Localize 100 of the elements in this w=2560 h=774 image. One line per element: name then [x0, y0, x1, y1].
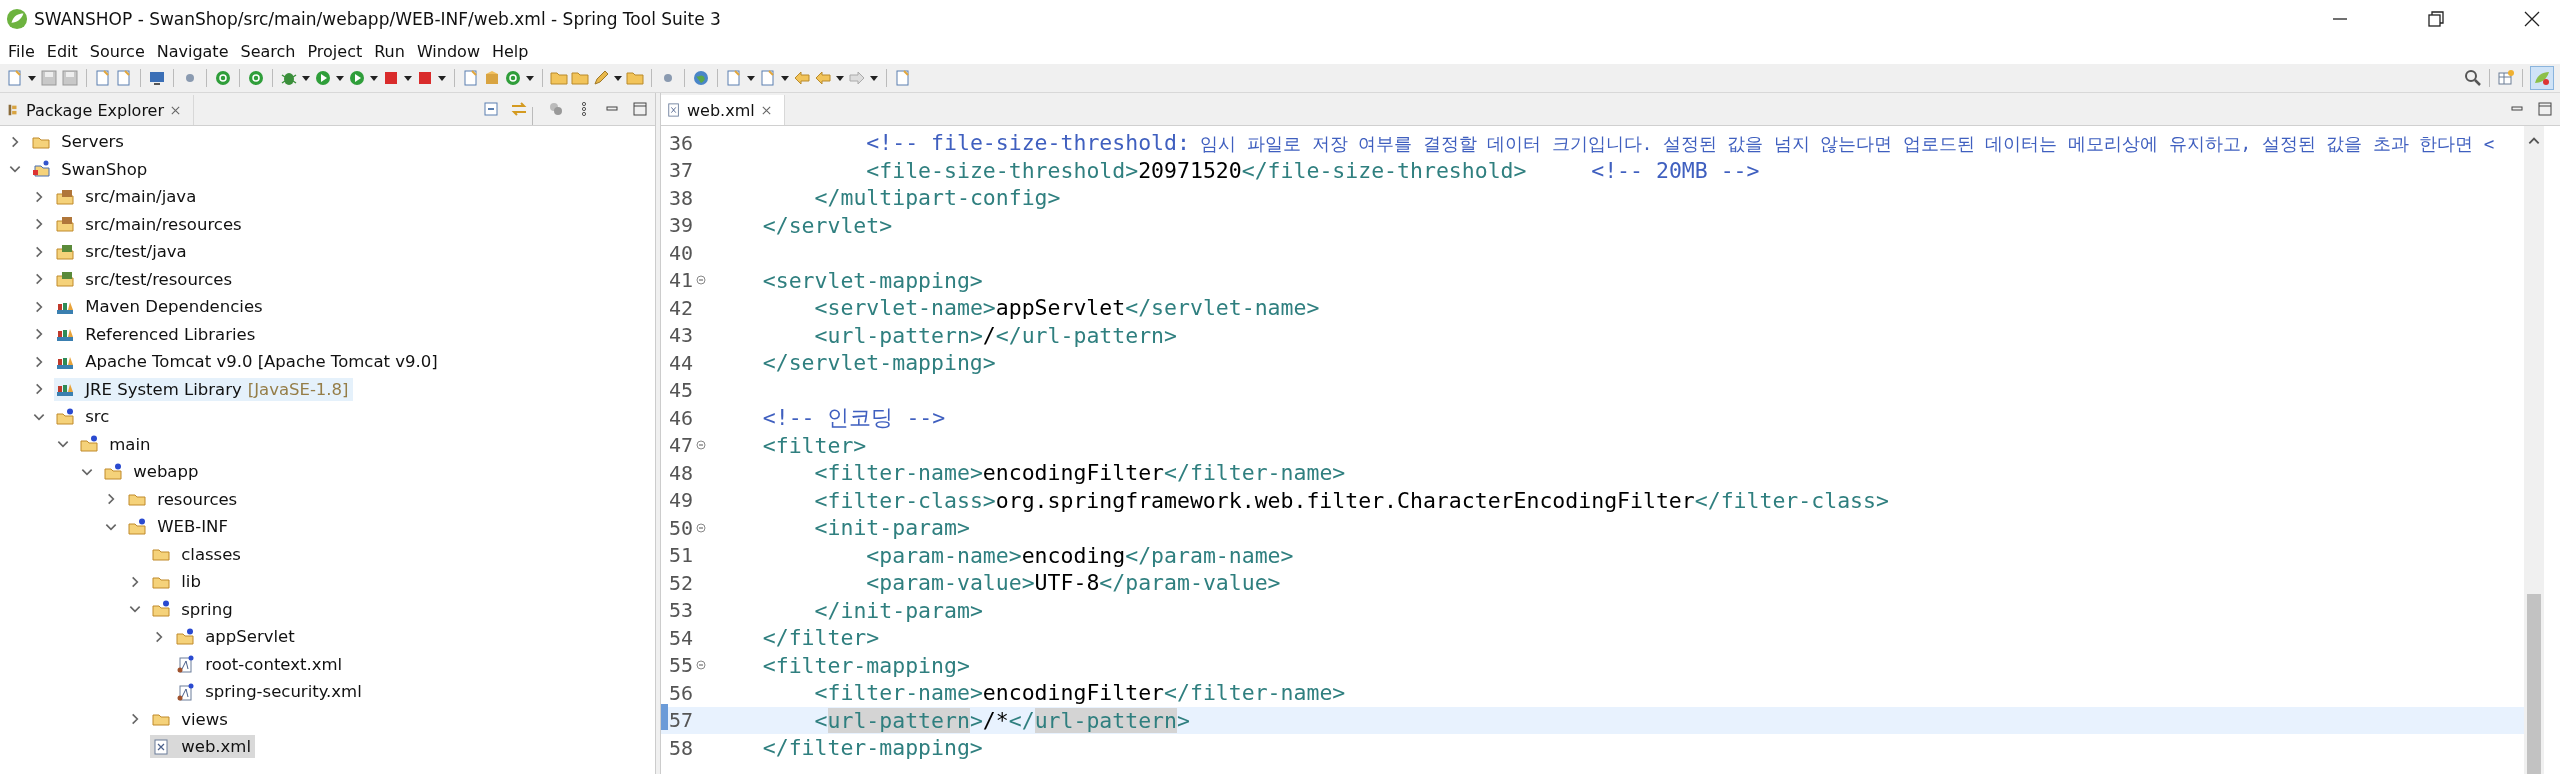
spring-folder-icon: [104, 462, 122, 481]
tree-item[interactable]: views: [150, 707, 232, 731]
tree-item[interactable]: WEB-INF: [126, 515, 232, 539]
spring-folder-icon: [128, 517, 146, 536]
tree-item[interactable]: appServlet: [174, 625, 299, 649]
line-number: 48: [667, 460, 693, 485]
spring-folder-icon: [152, 600, 170, 619]
line-number: 49: [667, 488, 693, 513]
maximize-icon[interactable]: [631, 100, 649, 118]
menu-item[interactable]: Window: [412, 41, 488, 61]
code-line: <url-pattern>/</url-pattern>: [814, 322, 1177, 348]
package-folder-icon: [56, 187, 74, 206]
tree-item[interactable]: spring-security.xml: [174, 680, 366, 704]
line-number: 47: [667, 433, 693, 458]
line-number: 41: [667, 268, 693, 293]
tree-item[interactable]: main: [78, 432, 155, 456]
menu-item[interactable]: Navigate: [152, 41, 237, 61]
tree-item[interactable]: webapp: [102, 460, 203, 484]
tree-item[interactable]: src/main/resources: [54, 212, 246, 236]
line-number: 42: [667, 295, 693, 320]
code-line: <file-size-threshold>20971520</file-size-threshold> <!-- 20MB -->: [866, 157, 1760, 183]
close-icon[interactable]: [2522, 9, 2542, 29]
tree-item[interactable]: Servers: [30, 130, 128, 154]
spring-folder-icon: [176, 627, 194, 646]
spring-folder-icon: [56, 407, 74, 426]
line-number: 51: [667, 543, 693, 568]
tree-item[interactable]: SwanShop: [30, 157, 152, 181]
search-icon[interactable]: [2464, 69, 2482, 87]
spring-xml-icon: [176, 655, 194, 674]
line-number: 55: [667, 653, 693, 678]
tree-item[interactable]: spring: [150, 597, 237, 621]
line-number: 54: [667, 625, 693, 650]
code-line: <filter-mapping>: [762, 652, 970, 678]
code-line: <filter>: [762, 432, 867, 458]
fold-icon[interactable]: [696, 522, 706, 533]
menu-item[interactable]: Edit: [42, 41, 86, 61]
maximize-icon[interactable]: [2536, 100, 2554, 118]
tree-item[interactable]: classes: [150, 542, 245, 566]
code-line: <servlet-mapping>: [762, 267, 983, 293]
tree-item[interactable]: resources: [126, 487, 242, 511]
tree-item[interactable]: src/test/java: [54, 240, 191, 264]
line-number: 36: [667, 130, 693, 155]
pencil-icon[interactable]: [592, 69, 610, 87]
code-line: <servlet-name>appServlet</servlet-name>: [814, 295, 1320, 321]
code-line: <param-value>UTF-8</param-value>: [866, 570, 1281, 596]
code-line: </multipart-config>: [814, 185, 1061, 211]
fold-icon[interactable]: [696, 275, 706, 286]
console-icon[interactable]: [148, 69, 166, 87]
restore-icon[interactable]: [2426, 9, 2446, 29]
app-logo-icon: [6, 8, 28, 30]
tree-item[interactable]: JRE System Library [JavaSE-1.8]: [54, 377, 353, 401]
stop-icon[interactable]: [382, 69, 400, 87]
tree-item[interactable]: lib: [150, 570, 205, 594]
menu-item[interactable]: Run: [370, 41, 413, 61]
code-line: <param-name>encoding</param-name>: [866, 542, 1294, 568]
line-number: 50: [667, 515, 693, 540]
test-folder-icon: [56, 242, 74, 261]
tree-item[interactable]: src/test/resources: [54, 267, 237, 291]
scrollbar[interactable]: [2524, 126, 2544, 774]
code-line: <init-param>: [814, 515, 970, 541]
code-line: </init-param>: [814, 597, 983, 623]
tree-item[interactable]: Apache Tomcat v9.0 [Apache Tomcat v9.0]: [54, 350, 442, 374]
code-line: <filter-name>encodingFilter</filter-name>: [814, 460, 1346, 486]
line-number: 40: [667, 240, 693, 265]
fold-icon[interactable]: [696, 660, 706, 671]
tree-item[interactable]: src/main/java: [54, 185, 201, 209]
scrollbar-thumb[interactable]: [2527, 594, 2541, 774]
menu-item[interactable]: Help: [488, 41, 537, 61]
spring-folder-icon: [80, 435, 98, 454]
line-number: 37: [667, 158, 693, 183]
spring-xml-icon: [176, 682, 194, 701]
tree-item[interactable]: src: [54, 405, 114, 429]
code-line: <!-- file-size-threshold: 임시 파일로 저장 여부를 결정할 데이터 크기입니다. 설정된 값을 넘지 않는다면 업로드된 데이터는 메모리상에 유지하고, 설정된 값을 초과 한다면 <: [866, 129, 2495, 156]
spring-perspective-icon[interactable]: [2530, 66, 2554, 90]
tree-item[interactable]: web.xml: [150, 735, 256, 759]
package-folder-icon: [56, 215, 74, 234]
line-number: 58: [667, 735, 693, 760]
package-explorer-icon: [6, 103, 20, 117]
fold-icon[interactable]: [696, 440, 706, 451]
line-number: 45: [667, 378, 693, 403]
line-number: 43: [667, 323, 693, 348]
open-perspective-icon[interactable]: [2497, 69, 2515, 87]
filter-icon[interactable]: [547, 100, 565, 118]
code-line: </filter-mapping>: [762, 735, 983, 761]
line-number: 52: [667, 570, 693, 595]
collapse-all-icon[interactable]: [482, 100, 500, 118]
editor-tab[interactable]: web.xml: [661, 95, 785, 125]
globe-icon[interactable]: [692, 69, 710, 87]
tree-item[interactable]: Referenced Libraries: [54, 322, 260, 346]
menu-item[interactable]: Project: [303, 41, 371, 61]
test-folder-icon: [56, 270, 74, 289]
marker-icon: [661, 704, 668, 731]
tree-item[interactable]: root-context.xml: [174, 652, 347, 676]
code-line: <filter-name>encodingFilter</filter-name>: [814, 680, 1346, 706]
menu-item[interactable]: Source: [85, 41, 153, 61]
code-line: </servlet>: [762, 212, 893, 238]
code-line: </filter>: [762, 625, 880, 651]
menu-item[interactable]: Search: [236, 41, 304, 61]
menu-item[interactable]: File: [4, 41, 43, 61]
tree-item[interactable]: Maven Dependencies: [54, 295, 267, 319]
